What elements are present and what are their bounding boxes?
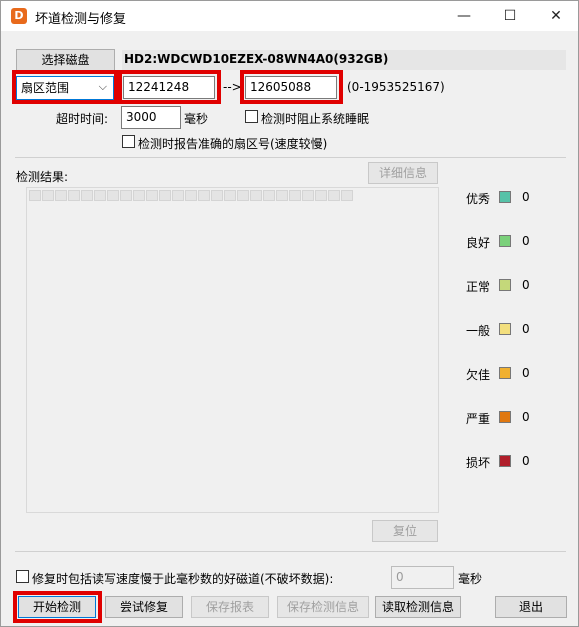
repair-threshold-unit: 毫秒 bbox=[458, 572, 483, 586]
sector-block bbox=[55, 190, 67, 201]
sector-block bbox=[224, 190, 236, 201]
sector-block bbox=[133, 190, 145, 201]
legend-label: 一般 bbox=[466, 324, 491, 338]
timeout-input[interactable]: 3000 bbox=[121, 106, 181, 129]
load-scan-info-button[interactable]: 读取检测信息 bbox=[375, 596, 461, 618]
repair-threshold-input[interactable]: 0 bbox=[391, 566, 454, 589]
prevent-sleep-checkbox[interactable] bbox=[245, 110, 258, 123]
range-mode-value: 扇区范围 bbox=[21, 81, 70, 95]
legend-swatch bbox=[499, 411, 511, 423]
legend-count: 0 bbox=[522, 234, 530, 248]
sector-block bbox=[185, 190, 197, 201]
window-title: 坏道检测与修复 bbox=[35, 12, 127, 27]
end-sector-input[interactable]: 12605088 bbox=[245, 76, 337, 99]
divider bbox=[15, 551, 566, 552]
exact-sector-checkbox[interactable] bbox=[122, 135, 135, 148]
sector-limit-hint: (0-1953525167) bbox=[347, 80, 445, 94]
repair-slow-tracks-checkbox[interactable] bbox=[16, 570, 29, 583]
title-bar: D 坏道检测与修复 — ☐ ✕ bbox=[1, 1, 578, 31]
minimize-icon[interactable]: — bbox=[441, 1, 487, 31]
legend-label: 优秀 bbox=[466, 192, 491, 206]
legend-swatch bbox=[499, 455, 511, 467]
save-scan-info-button[interactable]: 保存检测信息 bbox=[277, 596, 369, 618]
results-grid bbox=[26, 187, 439, 513]
reset-button[interactable]: 复位 bbox=[372, 520, 438, 542]
sector-block bbox=[263, 190, 275, 201]
sector-block bbox=[107, 190, 119, 201]
results-cells bbox=[29, 190, 353, 201]
try-repair-button[interactable]: 尝试修复 bbox=[105, 596, 183, 618]
legend-label: 损坏 bbox=[466, 456, 491, 470]
sector-block bbox=[211, 190, 223, 201]
sector-block bbox=[276, 190, 288, 201]
legend-count: 0 bbox=[522, 190, 530, 204]
legend-label: 严重 bbox=[466, 412, 491, 426]
exit-button[interactable]: 退出 bbox=[495, 596, 567, 618]
range-mode-select[interactable]: 扇区范围 ⌵ bbox=[16, 76, 114, 100]
legend-swatch bbox=[499, 235, 511, 247]
sector-block bbox=[302, 190, 314, 201]
select-disk-button[interactable]: 选择磁盘 bbox=[16, 49, 115, 71]
legend-label: 良好 bbox=[466, 236, 491, 250]
app-logo-icon: D bbox=[11, 8, 27, 24]
range-arrow: --> bbox=[223, 80, 242, 94]
sector-block bbox=[29, 190, 41, 201]
sector-block bbox=[341, 190, 353, 201]
sector-block bbox=[198, 190, 210, 201]
sector-block bbox=[315, 190, 327, 201]
timeout-label: 超时时间: bbox=[56, 112, 109, 126]
divider bbox=[15, 157, 566, 158]
legend-label: 正常 bbox=[466, 280, 491, 294]
legend-swatch bbox=[499, 323, 511, 335]
legend-count: 0 bbox=[522, 278, 530, 292]
legend-count: 0 bbox=[522, 366, 530, 380]
repair-slow-tracks-label: 修复时包括读写速度慢于此毫秒数的好磁道(不破坏数据): bbox=[32, 572, 334, 586]
legend-count: 0 bbox=[522, 454, 530, 468]
disk-name: HD2:WDCWD10EZEX-08WN4A0(932GB) bbox=[122, 50, 566, 70]
legend-count: 0 bbox=[522, 322, 530, 336]
results-label: 检测结果: bbox=[16, 170, 69, 184]
bad-sector-dialog: D 坏道检测与修复 — ☐ ✕ 选择磁盘 HD2:WDCWD10EZEX-08W… bbox=[0, 0, 579, 627]
sector-block bbox=[250, 190, 262, 201]
detail-info-button[interactable]: 详细信息 bbox=[368, 162, 438, 184]
sector-block bbox=[159, 190, 171, 201]
legend-swatch bbox=[499, 279, 511, 291]
timeout-unit: 毫秒 bbox=[184, 112, 209, 126]
sector-block bbox=[172, 190, 184, 201]
legend-swatch bbox=[499, 367, 511, 379]
legend-swatch bbox=[499, 191, 511, 203]
maximize-icon[interactable]: ☐ bbox=[487, 1, 533, 31]
prevent-sleep-label: 检测时阻止系统睡眠 bbox=[261, 112, 370, 126]
sector-block bbox=[146, 190, 158, 201]
sector-block bbox=[81, 190, 93, 201]
sector-block bbox=[120, 190, 132, 201]
sector-block bbox=[68, 190, 80, 201]
sector-block bbox=[237, 190, 249, 201]
start-sector-input[interactable]: 12241248 bbox=[123, 76, 215, 99]
legend-label: 欠佳 bbox=[466, 368, 491, 382]
close-icon[interactable]: ✕ bbox=[533, 1, 579, 31]
save-report-button[interactable]: 保存报表 bbox=[191, 596, 269, 618]
exact-sector-label: 检测时报告准确的扇区号(速度较慢) bbox=[138, 137, 328, 151]
sector-block bbox=[289, 190, 301, 201]
sector-block bbox=[328, 190, 340, 201]
sector-block bbox=[94, 190, 106, 201]
start-scan-button[interactable]: 开始检测 bbox=[18, 596, 96, 618]
chevron-down-icon: ⌵ bbox=[98, 80, 107, 93]
legend-count: 0 bbox=[522, 410, 530, 424]
sector-block bbox=[42, 190, 54, 201]
